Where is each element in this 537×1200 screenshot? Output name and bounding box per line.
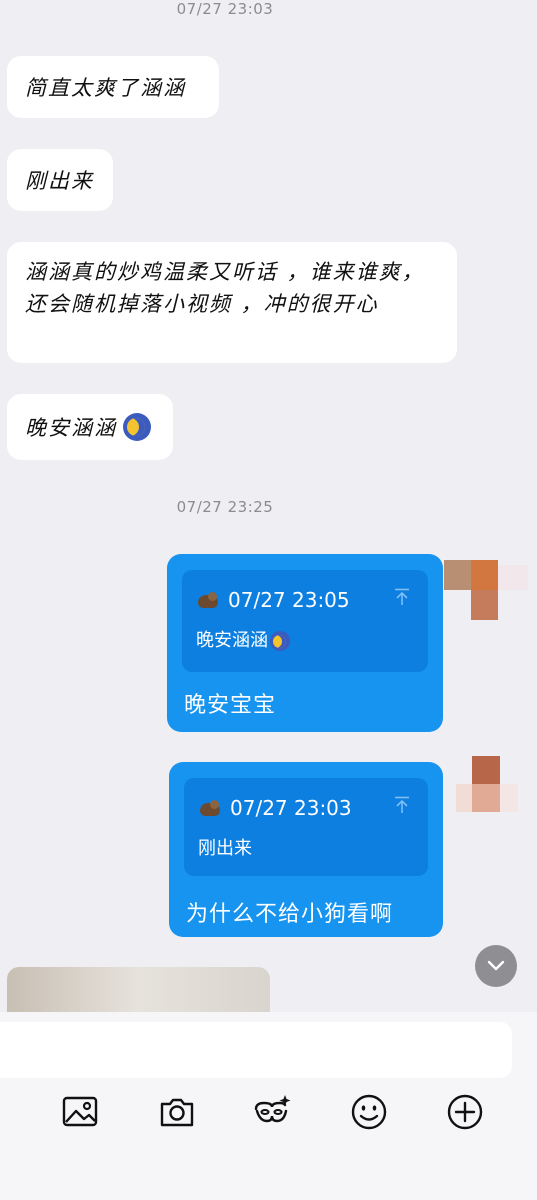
smiley-icon[interactable] xyxy=(349,1092,389,1132)
message-text: 晚安涵涵 xyxy=(25,416,117,440)
timestamp: 07/27 23:25 xyxy=(176,498,274,516)
outgoing-message[interactable]: 07/27 23:03 刚出来 为什么不给小狗看啊 xyxy=(169,762,443,937)
incoming-message[interactable]: 涵涵真的炒鸡温柔又听话 ，谁来谁爽，还会随机掉落小视频 ，冲的很开心 xyxy=(7,242,457,363)
crescent-moon-emoji xyxy=(270,631,290,651)
timestamp: 07/27 23:03 xyxy=(176,0,274,18)
pin-top-icon[interactable] xyxy=(394,588,410,606)
chevron-down-icon xyxy=(487,960,505,971)
quote-time: 07/27 23:05 xyxy=(228,588,350,612)
quoted-message[interactable]: 07/27 23:05 晚安涵涵 xyxy=(182,570,428,672)
plus-circle-icon[interactable] xyxy=(445,1092,485,1132)
pin-top-icon[interactable] xyxy=(394,796,410,814)
quote-time: 07/27 23:03 xyxy=(230,796,352,820)
message-text: 简直太爽了涵涵 xyxy=(25,76,186,100)
message-text: 为什么不给小狗看啊 xyxy=(186,902,394,927)
avatar[interactable] xyxy=(456,756,520,812)
crescent-moon-emoji xyxy=(123,413,151,441)
message-text: 刚出来 xyxy=(25,169,94,193)
incoming-message[interactable]: 刚出来 xyxy=(7,149,113,211)
message-text: 涵涵真的炒鸡温柔又听话 ，谁来谁爽，还会随机掉落小视频 ，冲的很开心 xyxy=(25,260,425,316)
outgoing-message[interactable]: 07/27 23:05 晚安涵涵 晚安宝宝 xyxy=(167,554,443,732)
quoted-message[interactable]: 07/27 23:03 刚出来 xyxy=(184,778,428,876)
avatar[interactable] xyxy=(444,560,528,620)
message-text: 晚安宝宝 xyxy=(184,693,277,718)
message-input[interactable] xyxy=(0,1022,512,1078)
otter-avatar-icon xyxy=(196,591,220,609)
mask-sparkle-icon[interactable] xyxy=(252,1092,292,1132)
quote-text: 刚出来 xyxy=(198,838,252,859)
scroll-to-bottom-button[interactable] xyxy=(475,945,517,987)
otter-avatar-icon xyxy=(198,799,222,817)
image-icon[interactable] xyxy=(60,1092,100,1132)
input-toolbar xyxy=(0,1092,537,1136)
incoming-message[interactable]: 简直太爽了涵涵 xyxy=(7,56,219,118)
incoming-message[interactable]: 晚安涵涵 xyxy=(7,394,173,460)
camera-icon[interactable] xyxy=(157,1092,197,1132)
quote-text: 晚安涵涵 xyxy=(196,630,268,651)
